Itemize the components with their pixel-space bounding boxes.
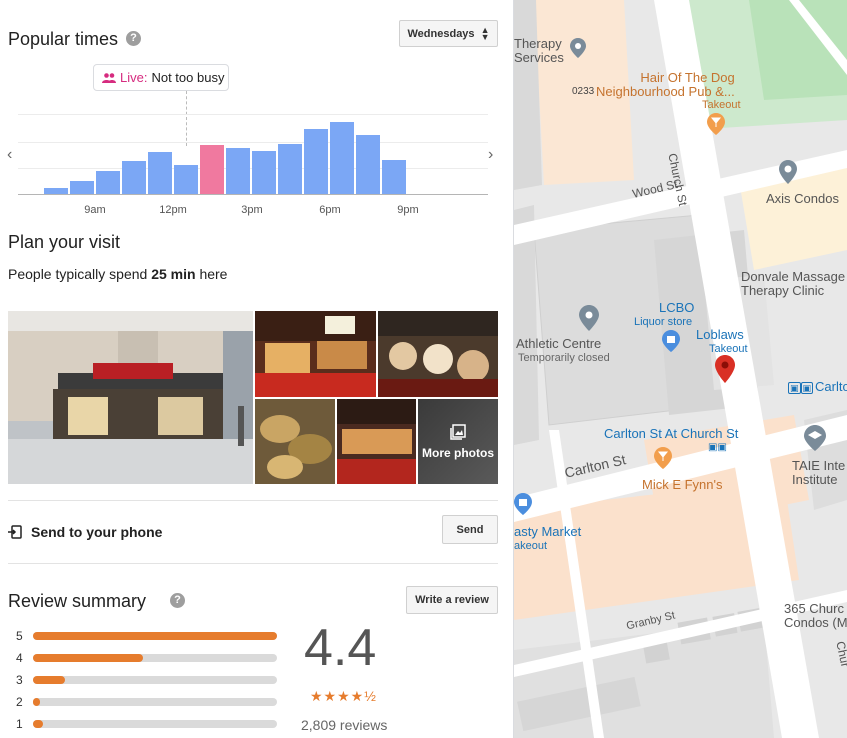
send-to-phone-label[interactable]: Send to your phone: [31, 524, 162, 540]
rating-1-label: 1: [16, 717, 23, 731]
map-label-donvale[interactable]: Donvale Massage Therapy Clinic: [741, 270, 845, 298]
map-label-athletic-centre[interactable]: Athletic Centre: [516, 337, 601, 351]
interior-photo-deli[interactable]: [337, 399, 416, 484]
chart-bar-3pm[interactable]: [252, 150, 276, 194]
x-tick-label: 9am: [84, 204, 106, 216]
map-pin-icon[interactable]: [779, 160, 797, 184]
rating-1-bar[interactable]: [33, 720, 277, 728]
rating-3-label: 3: [16, 673, 23, 687]
star-rating: ★★★★½: [310, 688, 377, 704]
average-rating: 4.4: [304, 619, 377, 677]
place-panel: Popular times ? Wednesdays ▲ ▼ Live: Not …: [0, 0, 513, 738]
write-review-button[interactable]: Write a review: [406, 586, 498, 614]
map-label-365-church[interactable]: 365 Churc Condos (M: [784, 602, 847, 630]
sort-arrows-icon: ▲ ▼: [480, 24, 490, 42]
map-label-therapy-services[interactable]: Therapy Services: [514, 37, 564, 65]
section-divider: [8, 563, 498, 564]
chart-bar-2pm[interactable]: [226, 148, 250, 194]
map-label-0233: 0233: [572, 86, 595, 97]
chart-bar-11am[interactable]: [148, 152, 172, 194]
transit-icon: ▣▣: [708, 442, 727, 453]
bar-pin-icon[interactable]: [654, 447, 672, 469]
map-label-loblaws[interactable]: Loblaws: [696, 328, 744, 342]
transit-icon: ▣: [788, 382, 801, 394]
interior-photo-produce[interactable]: [255, 311, 376, 397]
map-label-mick-e-fynns[interactable]: Mick E Fynn's: [642, 478, 723, 492]
review-summary-title: Review summary: [8, 591, 147, 611]
live-label: Live:: [120, 70, 148, 85]
chart-bar-8pm[interactable]: [382, 159, 406, 194]
popular-times-help-icon[interactable]: ?: [126, 31, 141, 46]
shopping-pin-icon[interactable]: [514, 493, 532, 515]
rating-2-bar[interactable]: [33, 698, 277, 706]
live-status: Not too busy: [151, 70, 225, 85]
map-label-hair-of-the-dog-sub: Takeout: [702, 99, 741, 111]
x-tick-label: 6pm: [319, 204, 341, 216]
transit-icon: ▣: [800, 382, 814, 394]
interior-photo-cakes[interactable]: [378, 311, 498, 397]
plan-visit-title: Plan your visit: [8, 232, 121, 252]
chevron-right-icon[interactable]: ›: [488, 146, 493, 164]
rating-4-label: 4: [16, 651, 23, 665]
rating-2-label: 2: [16, 695, 23, 709]
rating-4-bar[interactable]: [33, 654, 277, 662]
rating-5-label: 5: [16, 629, 23, 643]
popular-times-title: Popular times: [8, 29, 119, 49]
map-pin-icon[interactable]: [579, 305, 599, 331]
section-divider: [8, 500, 498, 501]
map-label-lcbo-sub: Liquor store: [634, 316, 693, 328]
x-tick-label: 9pm: [397, 204, 419, 216]
chart-bar-6pm[interactable]: [330, 121, 354, 194]
map-label-axis-condos[interactable]: Axis Condos: [766, 192, 839, 206]
visit-duration-text: People typically spend 25 min here: [8, 266, 228, 282]
map-label-carlton-stop[interactable]: Carlton St At Church St: [604, 427, 738, 441]
map-label-hair-of-the-dog[interactable]: Hair Of The Dog Neighbourhood Pub &...: [596, 71, 735, 99]
review-summary-help-icon[interactable]: ?: [170, 593, 185, 608]
x-tick-label: 12pm: [159, 204, 187, 216]
school-pin-icon[interactable]: [804, 425, 826, 451]
map-label-tasty-market[interactable]: asty Market: [514, 525, 581, 539]
chart-gridline: [18, 114, 488, 115]
storefront-photo[interactable]: [8, 311, 253, 484]
chevron-left-icon[interactable]: ‹: [7, 146, 12, 164]
bar-pin-icon[interactable]: [707, 113, 725, 135]
map-label-taie[interactable]: TAIE Inte Institute: [792, 459, 845, 487]
map-view[interactable]: Therapy Services 0233 Hair Of The Dog Ne…: [514, 0, 847, 738]
chart-gridline: [18, 142, 488, 143]
chart-bar-5pm[interactable]: [304, 129, 328, 194]
chart-bar-12pm[interactable]: [174, 165, 198, 194]
map-label-tasty-market-sub: akeout: [514, 540, 548, 552]
rating-5-bar[interactable]: [33, 632, 277, 640]
chart-bar-1pm[interactable]: [200, 145, 224, 194]
chart-bar-8am[interactable]: [70, 181, 94, 194]
review-count-link[interactable]: 2,809 reviews: [301, 717, 387, 733]
selected-location-pin-icon[interactable]: [715, 355, 735, 383]
rating-3-bar[interactable]: [33, 676, 277, 684]
send-to-phone-icon: [8, 525, 22, 539]
map-label-lcbo[interactable]: LCBO: [659, 301, 694, 315]
live-status-box: Live: Not too busy: [93, 64, 229, 91]
chart-bar-9am[interactable]: [96, 171, 120, 194]
live-marker-line: [186, 91, 187, 146]
visit-duration: 25 min: [151, 266, 196, 282]
chart-bar-4pm[interactable]: [278, 143, 302, 194]
map-pin-icon[interactable]: [570, 38, 586, 58]
chart-bar-7pm[interactable]: [356, 134, 380, 194]
photo-library-icon: [450, 423, 466, 440]
map-label-carlton-station[interactable]: ▣▣Carlton: [788, 380, 847, 395]
chart-baseline: [18, 194, 488, 195]
day-select[interactable]: Wednesdays ▲ ▼: [399, 20, 498, 47]
chart-bar-10am[interactable]: [122, 161, 146, 194]
x-tick-label: 3pm: [241, 204, 263, 216]
shopping-pin-icon[interactable]: [662, 330, 680, 352]
interior-photo-salad[interactable]: [255, 399, 335, 484]
map-label-athletic-centre-sub: Temporarily closed: [518, 352, 610, 364]
people-icon: [102, 72, 116, 83]
map-label-loblaws-sub: Takeout: [709, 343, 748, 355]
more-photos-button[interactable]: More photos: [418, 399, 498, 484]
send-button[interactable]: Send: [442, 515, 498, 544]
